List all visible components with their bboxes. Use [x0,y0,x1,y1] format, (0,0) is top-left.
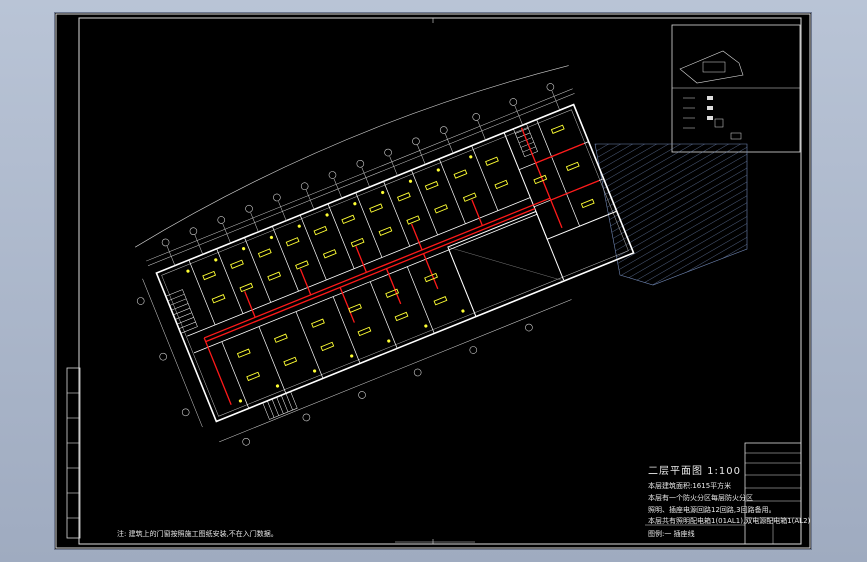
sheet-note: 注: 建筑上的门窗按照施工图纸安装,不在入门数据。 [117,530,278,538]
drawing-note-3: 照明、插座电源回路12回路,3回路备用。 [648,506,776,514]
stair-bottom [262,391,298,420]
stair-left [165,289,198,334]
light-fixtures [202,124,595,382]
site-arc [135,65,569,248]
stair-right [513,123,538,158]
drawing-note-2: 本层有一个防火分区每层防火分区 [648,494,753,502]
right-wing-wall [503,103,618,240]
floor-plan [135,65,635,446]
cad-viewport[interactable]: 二层平面图 1:100 本层建筑面积:1615平方米 本层有一个防火分区每层防火… [55,13,811,549]
binding-column [66,367,81,539]
drawing-note-4: 本层共有照明配电箱1(01AL1),双电源配电箱1(AL2) [648,517,811,525]
dimension-lines [142,88,575,443]
drawing-note-1: 本层建筑面积:1615平方米 [648,482,732,490]
circuit-lines [203,127,600,405]
legend-note: 图例:一 插座线 [648,530,695,538]
key-plan-box [671,24,801,153]
drawing-title: 二层平面图 1:100 [648,466,741,477]
